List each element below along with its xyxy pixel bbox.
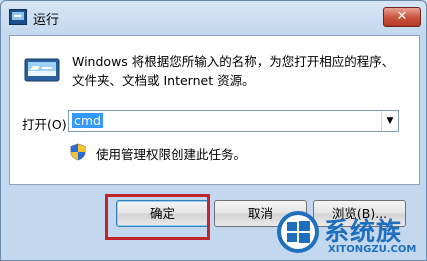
- run-dialog: 运行 ✕ Windows 将根据您所输入的名称，为您打开相应的程序、 文件夹、文…: [0, 0, 427, 261]
- description-line-1: Windows 将根据您所输入的名称，为您打开相应的程序、: [72, 54, 395, 69]
- watermark-text: 系统族: [324, 217, 403, 246]
- run-program-icon: [24, 58, 60, 82]
- open-input-value[interactable]: cmd: [72, 113, 103, 128]
- window-title: 运行: [33, 13, 60, 28]
- watermark-url: XITONGZU.COM: [328, 244, 417, 255]
- watermark: 系统族 XITONGZU.COM: [276, 206, 426, 260]
- admin-privilege-note: 使用管理权限创建此任务。: [96, 147, 247, 162]
- dialog-body: Windows 将根据您所输入的名称，为您打开相应的程序、 文件夹、文档或 In…: [9, 35, 420, 185]
- description-line-2: 文件夹、文档或 Internet 资源。: [72, 73, 255, 88]
- windows-logo-icon: [277, 211, 319, 253]
- highlight-box: [105, 194, 210, 240]
- open-combobox[interactable]: cmd ▼: [68, 110, 399, 132]
- chevron-down-icon[interactable]: ▼: [381, 111, 398, 131]
- close-button[interactable]: ✕: [383, 7, 421, 27]
- run-icon: [9, 9, 27, 25]
- open-label: 打开(O):: [22, 117, 71, 132]
- uac-shield-icon: [70, 143, 86, 161]
- description: Windows 将根据您所输入的名称，为您打开相应的程序、 文件夹、文档或 In…: [72, 52, 412, 90]
- title-bar[interactable]: 运行 ✕: [1, 1, 426, 35]
